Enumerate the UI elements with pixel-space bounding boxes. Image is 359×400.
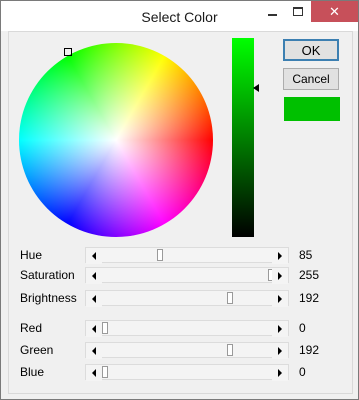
minimize-button[interactable]: [259, 1, 285, 22]
close-button[interactable]: ✕: [311, 1, 358, 22]
red-slider[interactable]: [85, 320, 289, 337]
arrow-right-icon: [278, 347, 282, 355]
saturation-value: 255: [299, 268, 320, 282]
hue-slider[interactable]: [85, 247, 289, 264]
ok-button[interactable]: OK: [283, 39, 339, 61]
arrow-right-icon: [278, 252, 282, 260]
green-decrease-button[interactable]: [86, 343, 102, 359]
arrow-left-icon: [92, 347, 96, 355]
brightness-gradient-bar[interactable]: [232, 38, 254, 237]
red-increase-button[interactable]: [272, 321, 288, 337]
green-slider[interactable]: [85, 342, 289, 359]
color-wheel-marker[interactable]: [64, 48, 72, 56]
saturation-slider[interactable]: [85, 267, 289, 284]
brightness-indicator-arrow-icon[interactable]: [253, 84, 259, 92]
red-decrease-button[interactable]: [86, 321, 102, 337]
arrow-right-icon: [278, 295, 282, 303]
saturation-slider-row: Saturation 255: [0, 267, 359, 284]
green-label: Green: [20, 343, 54, 357]
hue-increase-button[interactable]: [272, 248, 288, 264]
brightness-decrease-button[interactable]: [86, 291, 102, 307]
brightness-slider-row: Brightness 192: [0, 290, 359, 307]
hue-slider-thumb[interactable]: [157, 249, 163, 261]
minimize-icon: [267, 13, 277, 16]
blue-slider-thumb[interactable]: [102, 366, 108, 378]
red-label: Red: [20, 321, 43, 335]
blue-increase-button[interactable]: [272, 365, 288, 381]
green-slider-row: Green 192: [0, 342, 359, 359]
brightness-value: 192: [299, 291, 320, 305]
arrow-left-icon: [92, 252, 96, 260]
color-wheel[interactable]: [19, 43, 213, 237]
hue-slider-row: Hue 85: [0, 247, 359, 264]
blue-slider[interactable]: [85, 364, 289, 381]
brightness-label: Brightness: [20, 291, 77, 305]
arrow-right-icon: [278, 325, 282, 333]
blue-decrease-button[interactable]: [86, 365, 102, 381]
close-icon: ✕: [329, 3, 340, 19]
red-slider-thumb[interactable]: [102, 322, 108, 334]
hue-decrease-button[interactable]: [86, 248, 102, 264]
green-slider-thumb[interactable]: [227, 344, 233, 356]
green-increase-button[interactable]: [272, 343, 288, 359]
brightness-slider[interactable]: [85, 290, 289, 307]
green-value: 192: [299, 343, 320, 357]
arrow-left-icon: [92, 295, 96, 303]
arrow-right-icon: [278, 369, 282, 377]
arrow-left-icon: [92, 272, 96, 280]
saturation-label: Saturation: [20, 268, 75, 282]
red-value: 0: [299, 321, 306, 335]
arrow-left-icon: [92, 325, 96, 333]
arrow-right-icon: [278, 272, 282, 280]
blue-value: 0: [299, 365, 306, 379]
cancel-button[interactable]: Cancel: [283, 68, 339, 90]
saturation-increase-button[interactable]: [272, 268, 288, 284]
blue-slider-row: Blue 0: [0, 364, 359, 381]
maximize-button[interactable]: [285, 1, 311, 22]
hue-label: Hue: [20, 248, 43, 262]
hue-value: 85: [299, 248, 313, 262]
brightness-increase-button[interactable]: [272, 291, 288, 307]
brightness-slider-thumb[interactable]: [227, 292, 233, 304]
blue-label: Blue: [20, 365, 45, 379]
arrow-left-icon: [92, 369, 96, 377]
color-preview-swatch: [284, 97, 340, 121]
maximize-icon: [293, 7, 303, 16]
red-slider-row: Red 0: [0, 320, 359, 337]
title-bar: Select Color ✕: [1, 1, 358, 31]
saturation-decrease-button[interactable]: [86, 268, 102, 284]
